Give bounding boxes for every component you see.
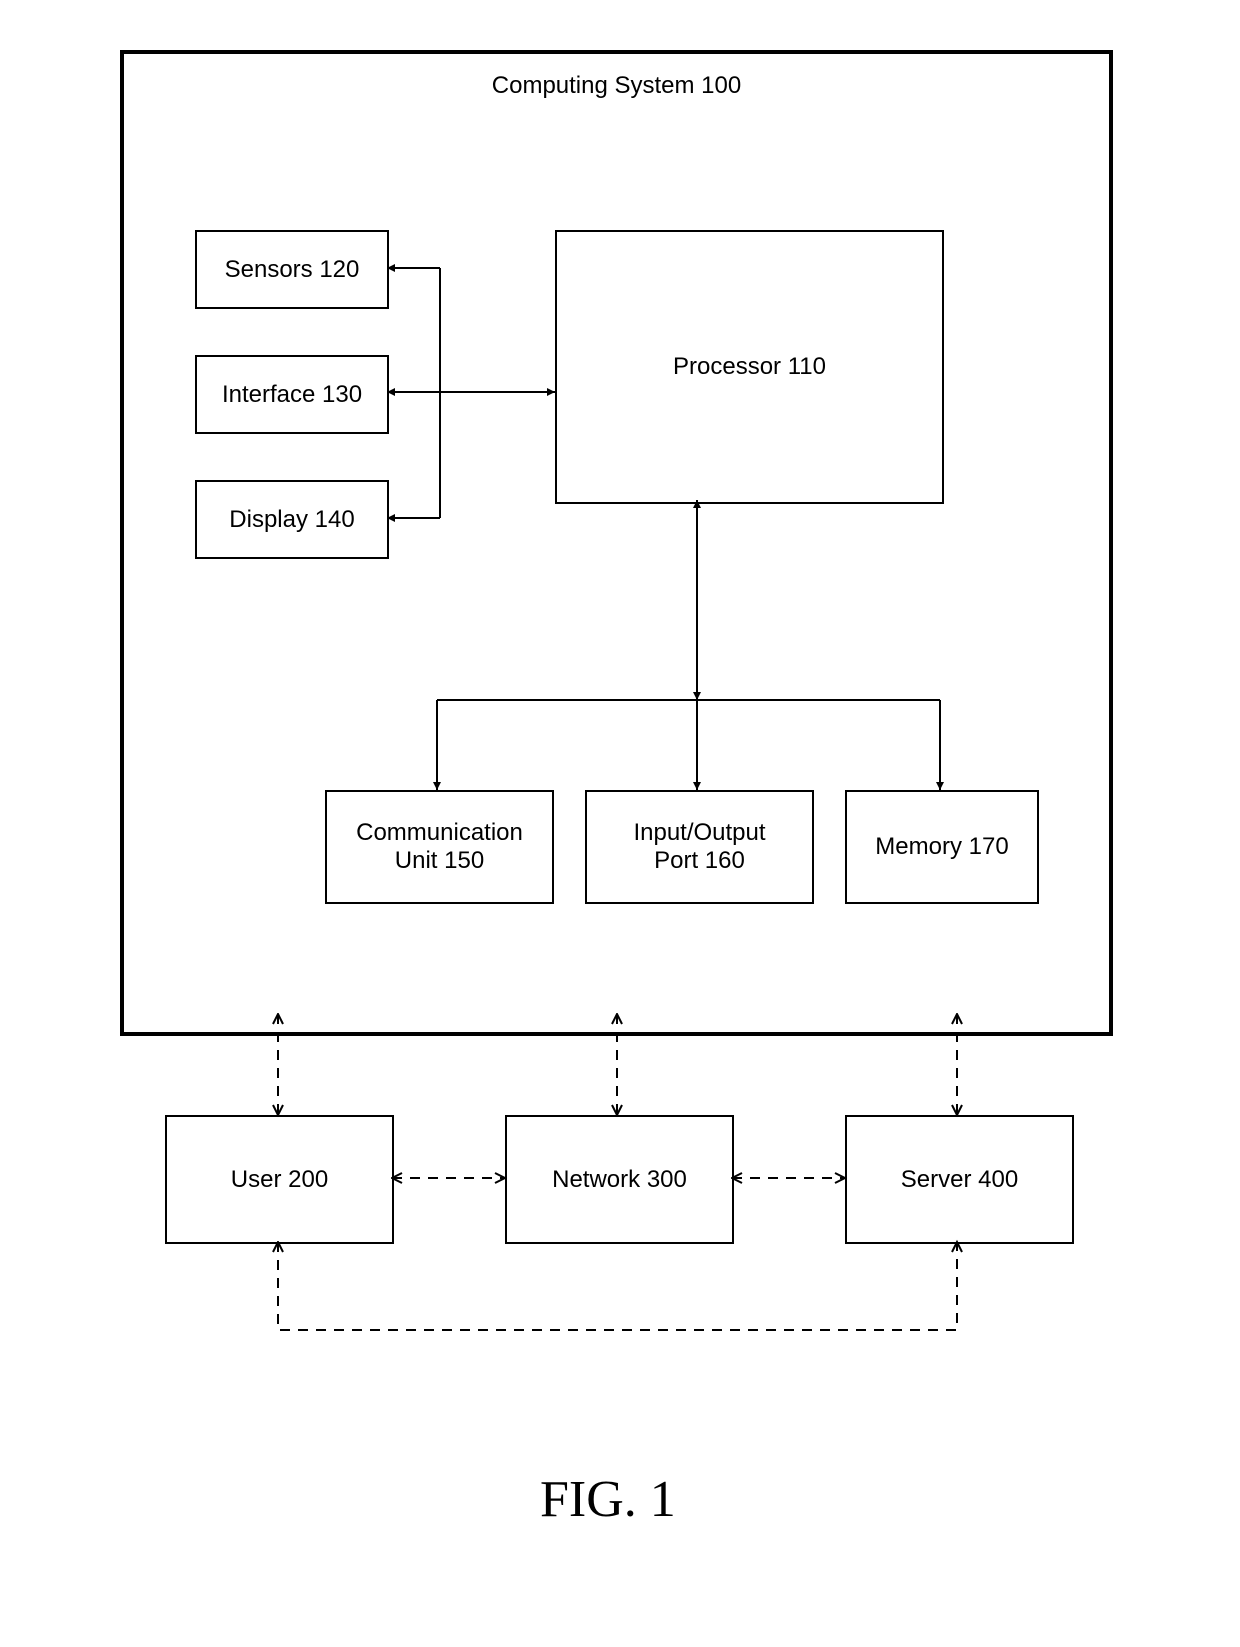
computing-system-title: Computing System 100 xyxy=(492,72,741,100)
memory-label: Memory 170 xyxy=(875,833,1008,861)
interface-block: Interface 130 xyxy=(195,355,389,434)
memory-block: Memory 170 xyxy=(845,790,1039,904)
server-label: Server 400 xyxy=(901,1166,1018,1194)
sensors-block: Sensors 120 xyxy=(195,230,389,309)
network-block: Network 300 xyxy=(505,1115,734,1244)
network-label: Network 300 xyxy=(552,1166,687,1194)
processor-label: Processor 110 xyxy=(673,353,826,381)
io-port-label: Input/Output Port 160 xyxy=(633,819,765,874)
sensors-label: Sensors 120 xyxy=(225,256,360,284)
processor-block: Processor 110 xyxy=(555,230,944,504)
comm-unit-block: Communication Unit 150 xyxy=(325,790,554,904)
figure-caption: FIG. 1 xyxy=(540,1470,676,1529)
io-port-block: Input/Output Port 160 xyxy=(585,790,814,904)
interface-label: Interface 130 xyxy=(222,381,362,409)
user-block: User 200 xyxy=(165,1115,394,1244)
diagram-page: Computing System 100 Sensors 120 Interfa… xyxy=(0,0,1240,1647)
display-block: Display 140 xyxy=(195,480,389,559)
user-label: User 200 xyxy=(231,1166,328,1194)
comm-unit-label: Communication Unit 150 xyxy=(356,819,523,874)
display-label: Display 140 xyxy=(229,506,354,534)
server-block: Server 400 xyxy=(845,1115,1074,1244)
